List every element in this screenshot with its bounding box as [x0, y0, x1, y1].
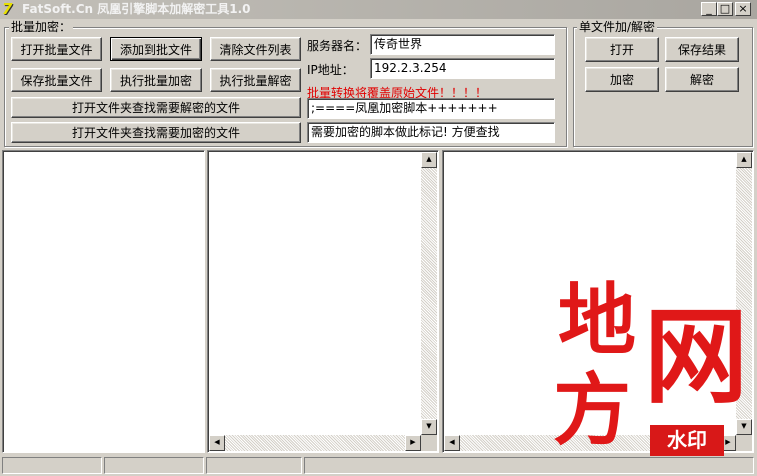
single-open-button[interactable]: 打开 [585, 37, 659, 62]
server-name-field[interactable]: 传奇世界 [370, 34, 555, 55]
add-to-batch-button[interactable]: 添加到批文件 [110, 37, 202, 61]
maximize-button[interactable]: □ [717, 2, 733, 16]
title-bar[interactable]: 7 FatSoft.Cn 凤凰引擎脚本加解密工具1.0 [0, 0, 757, 19]
scroll-corner [421, 435, 437, 451]
status-panel [2, 457, 102, 474]
ip-address-field[interactable]: 192.2.3.254 [370, 58, 555, 79]
watermark-char-di: 地 [558, 275, 637, 366]
source-text-pane[interactable]: ▲ ▼ ◀ ▶ [207, 150, 439, 453]
scroll-down-button[interactable]: ▼ [736, 419, 752, 435]
source-vertical-scrollbar[interactable]: ▲ ▼ [421, 152, 437, 435]
scroll-right-button[interactable]: ▶ [405, 435, 421, 451]
run-batch-decrypt-button[interactable]: 执行批量解密 [210, 68, 301, 92]
scroll-corner [736, 435, 752, 451]
server-name-label: 服务器名： [307, 39, 368, 53]
save-batch-file-button[interactable]: 保存批量文件 [11, 68, 102, 92]
batch-file-list[interactable] [2, 150, 205, 453]
window-title: FatSoft.Cn 凤凰引擎脚本加解密工具1.0 [22, 2, 251, 16]
run-batch-encrypt-button[interactable]: 执行批量加密 [110, 68, 202, 92]
watermark-char-wang: 网 [644, 295, 749, 418]
save-result-button[interactable]: 保存结果 [665, 37, 739, 62]
single-file-group-label: 单文件加/解密 [577, 20, 658, 34]
single-encrypt-button[interactable]: 加密 [585, 67, 659, 92]
scroll-down-button[interactable]: ▼ [421, 419, 437, 435]
status-bar [0, 455, 757, 476]
scroll-up-button[interactable]: ▲ [736, 152, 752, 168]
open-batch-file-button[interactable]: 打开批量文件 [11, 37, 102, 61]
status-panel [206, 457, 302, 474]
watermark-badge: 水印 [650, 425, 724, 456]
status-panel [104, 457, 204, 474]
marker-hint-field[interactable]: 需要加密的脚本做此标记! 方便查找 [307, 122, 555, 143]
source-horizontal-scrollbar[interactable]: ◀ ▶ [209, 435, 421, 451]
scroll-left-button[interactable]: ◀ [209, 435, 225, 451]
app-icon: 7 [2, 0, 13, 18]
scroll-left-button[interactable]: ◀ [444, 435, 460, 451]
ip-address-label: IP地址： [307, 63, 354, 77]
close-button[interactable]: × [735, 2, 751, 16]
encrypt-marker-field[interactable]: ;====凤凰加密脚本+++++++ [307, 98, 555, 119]
scroll-up-button[interactable]: ▲ [421, 152, 437, 168]
batch-group-label: 批量加密： [9, 20, 74, 34]
minimize-button[interactable]: _ [701, 2, 717, 16]
watermark-char-fang: 方 [553, 365, 632, 456]
single-decrypt-button[interactable]: 解密 [665, 67, 739, 92]
clear-file-list-button[interactable]: 清除文件列表 [210, 37, 301, 61]
find-encrypt-files-button[interactable]: 打开文件夹查找需要加密的文件 [11, 122, 301, 143]
find-decrypt-files-button[interactable]: 打开文件夹查找需要解密的文件 [11, 97, 301, 118]
status-panel [304, 457, 754, 474]
